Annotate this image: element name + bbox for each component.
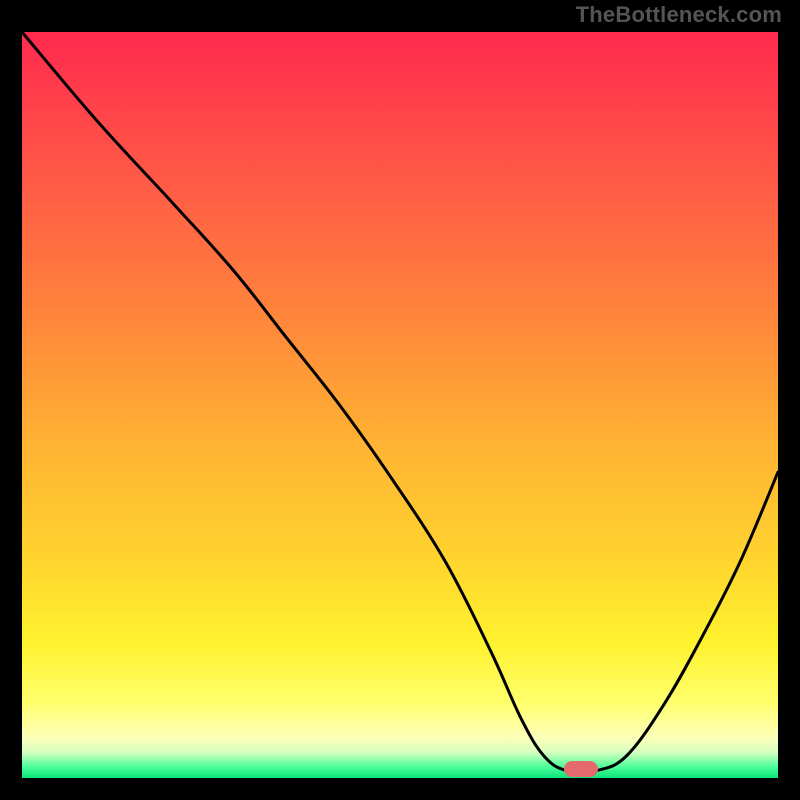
chart-plot — [22, 32, 778, 778]
chart-marker — [564, 761, 598, 777]
watermark-text: TheBottleneck.com — [576, 2, 782, 28]
chart-frame: TheBottleneck.com — [0, 0, 800, 800]
plot-border — [18, 28, 782, 782]
chart-background-gradient — [22, 32, 778, 778]
